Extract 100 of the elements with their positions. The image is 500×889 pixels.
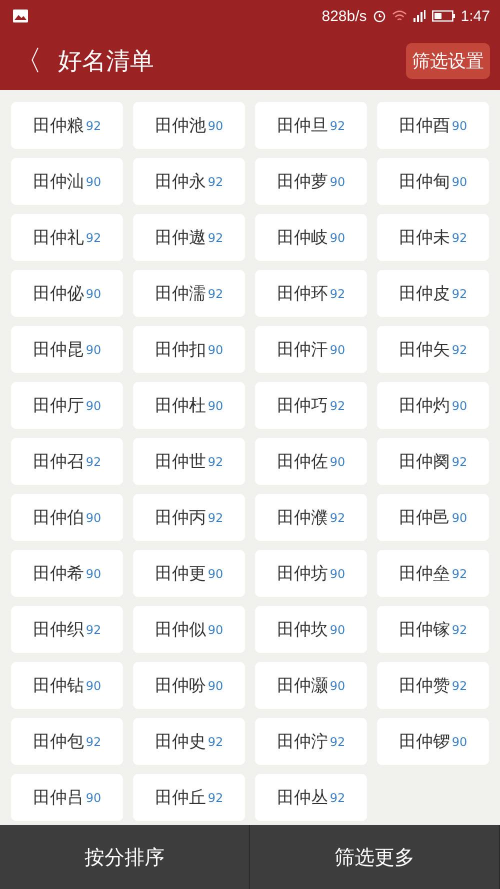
name-text: 田仲岐 xyxy=(276,227,328,249)
score-text: 92 xyxy=(208,510,224,524)
score-text: 90 xyxy=(208,566,224,580)
name-card[interactable]: 田仲池 90 xyxy=(133,102,245,149)
score-text: 90 xyxy=(86,790,102,804)
name-text: 田仲伯 xyxy=(32,507,84,529)
name-card[interactable]: 田仲永 92 xyxy=(133,158,245,205)
name-card[interactable]: 田仲丙 92 xyxy=(133,494,245,541)
name-card[interactable]: 田仲未 92 xyxy=(377,214,489,261)
page-title: 好名清单 xyxy=(58,46,154,77)
name-card[interactable]: 田仲丛 92 xyxy=(255,774,367,821)
score-text: 90 xyxy=(330,230,346,244)
score-text: 92 xyxy=(330,790,346,804)
name-text: 田仲汗 xyxy=(276,339,328,361)
name-card[interactable]: 田仲锣 90 xyxy=(377,718,489,765)
score-text: 90 xyxy=(330,342,346,356)
name-text: 田仲希 xyxy=(32,563,84,585)
name-card[interactable]: 田仲希 90 xyxy=(11,550,123,597)
name-card[interactable]: 田仲灼 90 xyxy=(377,382,489,429)
name-card[interactable]: 田仲昆 90 xyxy=(11,326,123,373)
score-text: 92 xyxy=(86,734,102,748)
name-text: 田仲史 xyxy=(154,731,206,753)
name-card[interactable]: 田仲濮 92 xyxy=(255,494,367,541)
name-card[interactable]: 田仲厅 90 xyxy=(11,382,123,429)
name-text: 田仲镓 xyxy=(398,619,450,641)
name-card[interactable]: 田仲灏 90 xyxy=(255,662,367,709)
name-text: 田仲邑 xyxy=(398,507,450,529)
name-text: 田仲池 xyxy=(154,115,206,137)
name-card[interactable]: 田仲萝 90 xyxy=(255,158,367,205)
score-text: 92 xyxy=(86,622,102,636)
name-card[interactable]: 田仲阕 92 xyxy=(377,438,489,485)
name-card[interactable]: 田仲织 92 xyxy=(11,606,123,653)
name-card[interactable]: 田仲环 92 xyxy=(255,270,367,317)
name-card[interactable]: 田仲坊 90 xyxy=(255,550,367,597)
name-text: 田仲丙 xyxy=(154,507,206,529)
name-card[interactable]: 田仲酉 90 xyxy=(377,102,489,149)
name-text: 田仲旦 xyxy=(276,115,328,137)
name-card[interactable]: 田仲镓 92 xyxy=(377,606,489,653)
name-card[interactable]: 田仲史 92 xyxy=(133,718,245,765)
score-text: 92 xyxy=(86,454,102,468)
name-card[interactable]: 田仲皮 92 xyxy=(377,270,489,317)
name-card[interactable]: 田仲吩 90 xyxy=(133,662,245,709)
name-card[interactable]: 田仲丘 92 xyxy=(133,774,245,821)
name-text: 田仲未 xyxy=(398,227,450,249)
score-text: 90 xyxy=(208,398,224,412)
score-text: 92 xyxy=(452,622,468,636)
filter-settings-button[interactable]: 筛选设置 xyxy=(406,43,490,79)
name-text: 田仲织 xyxy=(32,619,84,641)
name-card[interactable]: 田仲扣 90 xyxy=(133,326,245,373)
score-text: 92 xyxy=(208,174,224,188)
clock-time: 1:47 xyxy=(460,8,490,24)
back-button[interactable]: 〈 xyxy=(14,42,50,80)
name-text: 田仲巧 xyxy=(276,395,328,417)
name-card[interactable]: 田仲濡 92 xyxy=(133,270,245,317)
name-card[interactable]: 田仲佖 90 xyxy=(11,270,123,317)
score-text: 90 xyxy=(86,342,102,356)
score-text: 92 xyxy=(452,566,468,580)
name-card[interactable]: 田仲吕 90 xyxy=(11,774,123,821)
score-text: 90 xyxy=(452,734,468,748)
name-text: 田仲杜 xyxy=(154,395,206,417)
name-text: 田仲包 xyxy=(32,731,84,753)
name-card[interactable]: 田仲赞 92 xyxy=(377,662,489,709)
name-card[interactable]: 田仲更 90 xyxy=(133,550,245,597)
score-text: 92 xyxy=(330,734,346,748)
name-card[interactable]: 田仲岐 90 xyxy=(255,214,367,261)
name-card[interactable]: 田仲包 92 xyxy=(11,718,123,765)
name-card[interactable]: 田仲垒 92 xyxy=(377,550,489,597)
name-card[interactable]: 田仲似 90 xyxy=(133,606,245,653)
name-card[interactable]: 田仲礼 92 xyxy=(11,214,123,261)
name-card[interactable]: 田仲矢 92 xyxy=(377,326,489,373)
name-card[interactable]: 田仲佐 90 xyxy=(255,438,367,485)
name-text: 田仲吕 xyxy=(32,787,84,809)
name-card[interactable]: 田仲汕 90 xyxy=(11,158,123,205)
name-card[interactable]: 田仲邑 90 xyxy=(377,494,489,541)
name-card[interactable]: 田仲伯 90 xyxy=(11,494,123,541)
name-card[interactable]: 田仲召 92 xyxy=(11,438,123,485)
wifi-icon xyxy=(392,9,407,23)
name-card[interactable]: 田仲泞 92 xyxy=(255,718,367,765)
name-card[interactable]: 田仲旦 92 xyxy=(255,102,367,149)
name-text: 田仲赞 xyxy=(398,675,450,697)
score-text: 90 xyxy=(208,678,224,692)
name-text: 田仲坊 xyxy=(276,563,328,585)
name-text: 田仲佖 xyxy=(32,283,84,305)
score-text: 90 xyxy=(330,678,346,692)
name-card[interactable]: 田仲巧 92 xyxy=(255,382,367,429)
score-text: 92 xyxy=(330,510,346,524)
score-text: 92 xyxy=(452,342,468,356)
name-text: 田仲世 xyxy=(154,451,206,473)
name-card[interactable]: 田仲粮 92 xyxy=(11,102,123,149)
name-card[interactable]: 田仲杜 90 xyxy=(133,382,245,429)
battery-icon xyxy=(432,10,456,22)
name-text: 田仲环 xyxy=(276,283,328,305)
name-card[interactable]: 田仲坎 90 xyxy=(255,606,367,653)
name-card[interactable]: 田仲甸 90 xyxy=(377,158,489,205)
name-card[interactable]: 田仲遨 92 xyxy=(133,214,245,261)
signal-icon xyxy=(412,9,427,23)
name-card[interactable]: 田仲钻 90 xyxy=(11,662,123,709)
name-text: 田仲佐 xyxy=(276,451,328,473)
name-card[interactable]: 田仲汗 90 xyxy=(255,326,367,373)
name-card[interactable]: 田仲世 92 xyxy=(133,438,245,485)
